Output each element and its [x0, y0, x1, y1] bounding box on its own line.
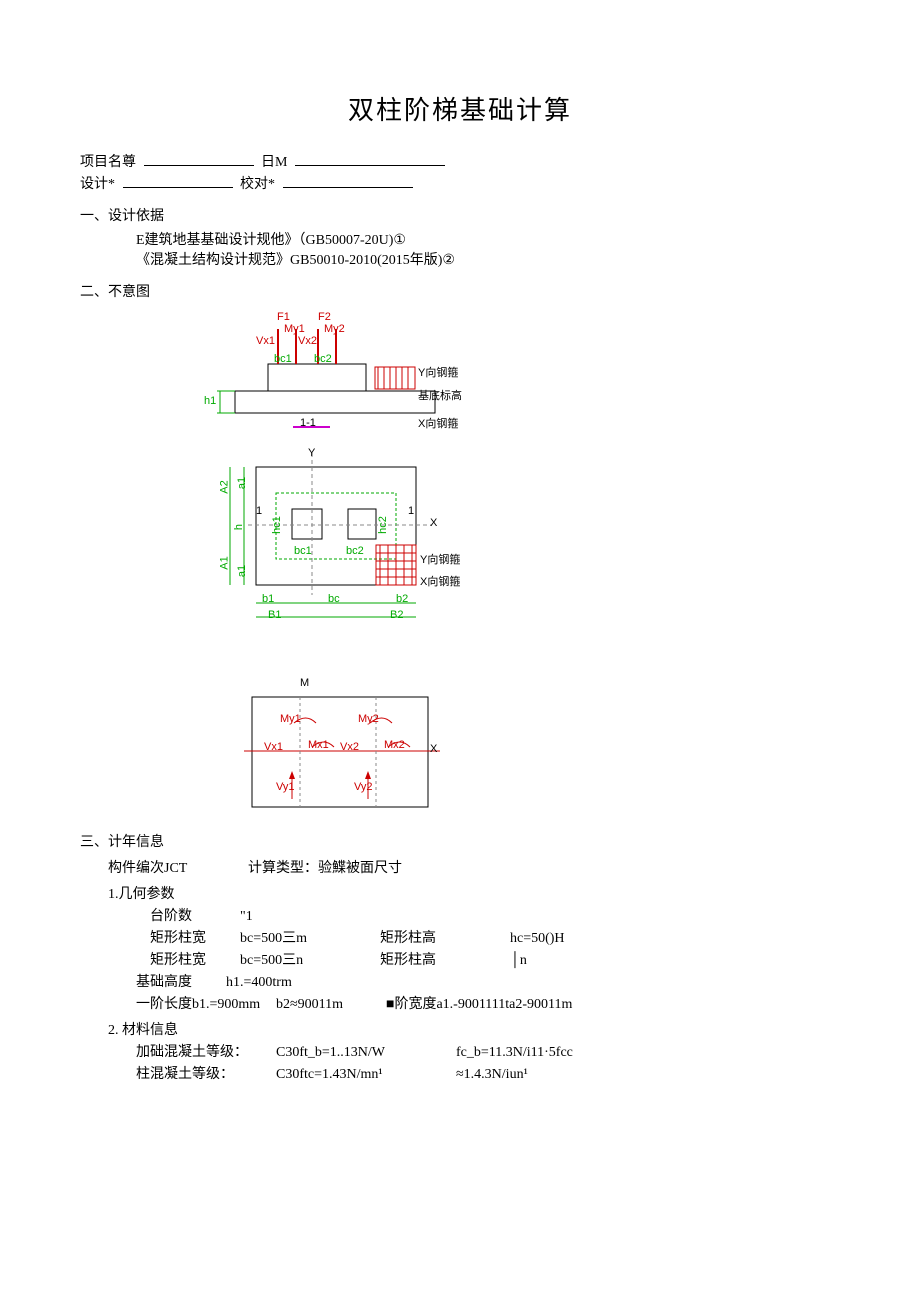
approx-val: ≈1.4.3N/iun¹	[456, 1067, 596, 1083]
recth1-label: 矩形柱高	[380, 927, 470, 947]
meta-row-1: 项目名尊 日M	[80, 151, 840, 171]
bc2-val: bc=500三n	[240, 949, 380, 969]
fig3-Vy1: Vy1	[276, 781, 295, 793]
designer-blank	[123, 173, 233, 188]
fig3-M: M	[300, 677, 309, 689]
stepw-label: ■阶宽度a1.-9001111ta2-90011m	[386, 993, 572, 1013]
project-blank	[144, 151, 254, 166]
fig1-Vx1: Vx1	[256, 335, 275, 347]
b2-val: b2≈90011m	[276, 997, 366, 1013]
fig1-yrebar: Y向钢箍	[418, 364, 458, 380]
fig2-bc2: bc2	[346, 545, 364, 557]
fig2-svg	[200, 445, 460, 635]
fig1-My1: My1	[284, 323, 305, 335]
fig1-cut: 1-1	[300, 417, 316, 429]
fig1-bc2: bc2	[314, 353, 332, 365]
fig1-F1: F1	[277, 311, 290, 323]
fig2-one-r: 1	[408, 505, 414, 517]
fig2-bc: bc	[328, 593, 340, 605]
figure-moment: M My1 My2 Vx1 Vx2 Mx1 Mx2 X Vy1 Vy2	[240, 679, 440, 819]
section-1-head: 一、设计依据	[80, 205, 840, 225]
meta-row-2: 设计* 校对*	[80, 173, 840, 193]
checker-blank	[283, 173, 413, 188]
foundconc-row: 加础混凝土等级： C30ft_b=1..13N/W fc_b=11.3N/i11…	[136, 1041, 840, 1061]
designer-label: 设计*	[80, 177, 115, 192]
rectw2-row: 矩形柱宽 bc=500三n 矩形柱高 │n	[150, 949, 840, 969]
steps-label: 台阶数	[150, 905, 240, 925]
fig1-jidi: 基底标高	[418, 387, 462, 403]
geom-head: 1.几何参数	[108, 883, 840, 903]
colconc-row: 柱混凝土等级： C30ftc=1.43N/mn¹ ≈1.4.3N/iun¹	[136, 1063, 840, 1083]
fig3-Mx2: Mx2	[384, 739, 405, 751]
fig2-b1: b1	[262, 593, 274, 605]
checker-label: 校对*	[240, 177, 275, 192]
rectw1-row: 矩形柱宽 bc=500三m 矩形柱高 hc=50()H	[150, 927, 840, 947]
fig2-a1b: a1	[236, 565, 248, 577]
fcb-val: fc_b=11.3N/i11·5fcc	[456, 1045, 596, 1061]
recth2-label: 矩形柱高	[380, 949, 470, 969]
fig2-one-l: 1	[256, 505, 262, 517]
fig2-xrebar: X向钢箍	[420, 573, 460, 589]
fig1-Vx2: Vx2	[298, 335, 317, 347]
colconc-label: 柱混凝土等级：	[136, 1063, 276, 1083]
basis-line-1: E建筑地基基础设计规他》（GB50007-20U)①	[136, 229, 840, 249]
mat-head: 2. 材料信息	[108, 1019, 840, 1039]
fig2-hc1: hc1	[271, 516, 283, 534]
bc1-val: bc=500三m	[240, 927, 380, 947]
fig1-F2: F2	[318, 311, 331, 323]
date-label: 日M	[261, 155, 287, 170]
rectw2-label: 矩形柱宽	[150, 949, 240, 969]
hc2-val: │n	[510, 953, 600, 969]
rectw1-label: 矩形柱宽	[150, 927, 240, 947]
fig2-Y: Y	[308, 447, 315, 459]
foundh-row: 基础高度 h1.=400trm	[136, 971, 840, 991]
fig3-Vx1: Vx1	[264, 741, 283, 753]
figure-plan: Y X A2 A1 a1 h a1 1 1 hc1 hc2 bc1 bc2 Y向…	[200, 445, 460, 635]
calc-type-label: 计算类型：验鰈被面尺寸	[248, 857, 418, 877]
fig2-yrebar: Y向钢箍	[420, 551, 460, 567]
fig1-My2: My2	[324, 323, 345, 335]
fig3-Vx2: Vx2	[340, 741, 359, 753]
figure-section-1-1: F1 F2 My1 My2 Vx1 Vx2 bc1 bc2 h1 1-1 Y向钢…	[200, 309, 460, 439]
fig2-bc1: bc1	[294, 545, 312, 557]
project-label: 项目名尊	[80, 155, 136, 170]
steps-val: "1	[240, 909, 330, 925]
page-title: 双柱阶梯基础计算	[80, 90, 840, 127]
colconc-val: C30ftc=1.43N/mn¹	[276, 1067, 416, 1083]
figure-group: F1 F2 My1 My2 Vx1 Vx2 bc1 bc2 h1 1-1 Y向钢…	[200, 309, 840, 819]
fig2-h: h	[233, 524, 245, 530]
fig2-b2: b2	[396, 593, 408, 605]
fig3-My1: My1	[280, 713, 301, 725]
basis-line-2: 《混凝土结构设计规范》GB50010-2010(2015年版)②	[136, 249, 840, 269]
fig3-Vy2: Vy2	[354, 781, 373, 793]
foundconc-label: 加础混凝土等级：	[136, 1041, 276, 1061]
section-3-head: 三、计年信息	[80, 831, 840, 851]
date-blank	[295, 151, 445, 166]
foundh-label: 基础高度	[136, 971, 226, 991]
steplen-label: 一阶长度b1.=900mm	[136, 993, 276, 1013]
fig2-hc2: hc2	[377, 516, 389, 534]
fig2-X: X	[430, 517, 437, 529]
fig3-X: X	[430, 743, 437, 755]
fig2-B1: B1	[268, 609, 281, 621]
fig1-bc1: bc1	[274, 353, 292, 365]
hc1-val: hc=50()H	[510, 931, 600, 947]
steplen-row: 一阶长度b1.=900mm b2≈90011m ■阶宽度a1.-9001111t…	[136, 993, 840, 1013]
fig2-A2: A2	[219, 480, 231, 493]
fig1-xrebar: X向钢箍	[418, 415, 458, 431]
fig3-Mx1: Mx1	[308, 739, 329, 751]
steps-row: 台阶数 "1	[150, 905, 840, 925]
section-2-head: 二、不意图	[80, 281, 840, 301]
foundh-val: h1.=400trm	[226, 975, 316, 991]
fig2-a1t: a1	[236, 477, 248, 489]
fig3-My2: My2	[358, 713, 379, 725]
fig2-B2: B2	[390, 609, 403, 621]
fig2-A1: A1	[219, 556, 231, 569]
fig1-h1: h1	[204, 395, 216, 407]
comp-no-label: 构件编次JCT	[108, 857, 248, 877]
foundconc-val: C30ft_b=1..13N/W	[276, 1045, 416, 1061]
component-row: 构件编次JCT 计算类型：验鰈被面尺寸	[108, 857, 840, 877]
